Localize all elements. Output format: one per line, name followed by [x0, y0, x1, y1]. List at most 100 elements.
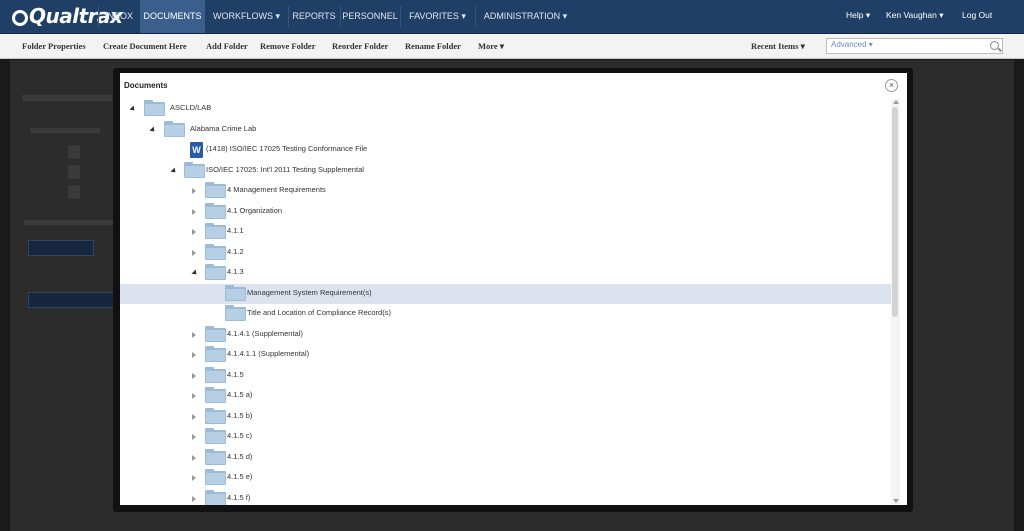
tree-row-iso-supplemental[interactable]: ISO/IEC 17025: Int'l 2011 Testing Supple… [120, 161, 891, 181]
folder-properties-button[interactable]: Folder Properties [22, 34, 86, 58]
collapse-toggle-icon[interactable] [192, 414, 196, 420]
tree-label[interactable]: 4.1.5 c) [227, 431, 252, 440]
expand-toggle-icon[interactable] [129, 105, 137, 113]
nav-inbox[interactable]: INBOX [99, 0, 139, 33]
scroll-up-icon[interactable] [893, 100, 899, 104]
collapse-toggle-icon[interactable] [192, 229, 196, 235]
tree-label[interactable]: 4.1.5 b) [227, 411, 252, 420]
collapse-toggle-icon[interactable] [192, 209, 196, 215]
folder-icon [205, 223, 226, 239]
tree-row[interactable]: Title and Location of Compliance Record(… [120, 304, 891, 324]
tree-row-selected[interactable]: Management System Requirement(s) [120, 284, 891, 304]
folder-icon [144, 100, 165, 116]
tree-label[interactable]: Title and Location of Compliance Record(… [247, 308, 391, 317]
nav-favorites[interactable]: FAVORITES ▾ [401, 0, 474, 33]
tree-row[interactable]: 4.1.2 [120, 243, 891, 263]
tree-row-conformance-file[interactable]: W (1418) ISO/IEC 17025 Testing Conforman… [120, 140, 891, 160]
tree-row[interactable]: 4.1.5 c) [120, 427, 891, 447]
collapse-toggle-icon[interactable] [192, 455, 196, 461]
tree-row[interactable]: 4 Management Requirements [120, 181, 891, 201]
tree-row[interactable]: 4.1 Organization [120, 202, 891, 222]
background-file-icon [68, 145, 80, 159]
tree-row-asclod-lab[interactable]: ASCLD/LAB [120, 99, 891, 119]
advanced-search-link[interactable]: Advanced ▾ [831, 40, 873, 49]
user-menu[interactable]: Ken Vaughan ▾ [886, 0, 944, 33]
nav-workflows[interactable]: WORKFLOWS ▾ [206, 0, 287, 33]
help-menu[interactable]: Help ▾ [846, 0, 870, 33]
folder-icon [205, 264, 226, 280]
nav-personnel[interactable]: PERSONNEL [341, 0, 399, 33]
tree-row[interactable]: 4.1.1 [120, 222, 891, 242]
folder-icon [184, 162, 205, 178]
collapse-toggle-icon[interactable] [192, 373, 196, 379]
folder-icon [205, 203, 226, 219]
add-folder-button[interactable]: Add Folder [206, 34, 248, 58]
tree-label[interactable]: 4.1.3 [227, 267, 244, 276]
folder-icon [205, 490, 226, 505]
folder-toolbar: Folder Properties Create Document Here A… [0, 34, 1024, 59]
folder-icon [205, 408, 226, 424]
background-button [28, 240, 94, 256]
folder-icon [205, 346, 226, 362]
tree-label[interactable]: 4.1.5 d) [227, 452, 252, 461]
tree-label[interactable]: 4 Management Requirements [227, 185, 326, 194]
tree-label[interactable]: 4.1.5 a) [227, 390, 252, 399]
tree-label[interactable]: 4.1.5 [227, 370, 244, 379]
tree-label[interactable]: 4.1 Organization [227, 206, 282, 215]
scroll-down-icon[interactable] [893, 499, 899, 503]
rename-folder-button[interactable]: Rename Folder [405, 34, 461, 58]
tree-row[interactable]: 4.1.4.1.1 (Supplemental) [120, 345, 891, 365]
create-document-button[interactable]: Create Document Here [103, 34, 187, 58]
folder-icon [205, 182, 226, 198]
remove-folder-button[interactable]: Remove Folder [260, 34, 315, 58]
tree-label[interactable]: ISO/IEC 17025: Int'l 2011 Testing Supple… [206, 165, 364, 174]
folder-icon [205, 387, 226, 403]
tree-label[interactable]: 4.1.5 e) [227, 472, 252, 481]
collapse-toggle-icon[interactable] [192, 393, 196, 399]
tree-row-alabama-crime-lab[interactable]: Alabama Crime Lab [120, 120, 891, 140]
folder-icon [205, 244, 226, 260]
tree-label[interactable]: 4.1.4.1.1 (Supplemental) [227, 349, 309, 358]
collapse-toggle-icon[interactable] [192, 250, 196, 256]
tree-label[interactable]: 4.1.1 [227, 226, 244, 235]
tree-label[interactable]: Management System Requirement(s) [247, 288, 372, 297]
scrollbar-thumb[interactable] [892, 107, 898, 317]
collapse-toggle-icon[interactable] [192, 434, 196, 440]
tree-row[interactable]: 4.1.5 [120, 366, 891, 386]
logout-link[interactable]: Log Out [962, 0, 992, 33]
expand-toggle-icon[interactable] [191, 269, 199, 277]
tree-row[interactable]: 4.1.3 [120, 263, 891, 283]
tree-label[interactable]: ASCLD/LAB [170, 103, 211, 112]
collapse-toggle-icon[interactable] [192, 188, 196, 194]
tree-row[interactable]: 4.1.5 d) [120, 448, 891, 468]
tree-label[interactable]: 4.1.4.1 (Supplemental) [227, 329, 303, 338]
background-text [24, 220, 114, 225]
folder-icon [205, 449, 226, 465]
nav-documents[interactable]: DOCUMENTS [140, 0, 205, 33]
nav-reports[interactable]: REPORTS [289, 0, 339, 33]
folder-icon [164, 121, 185, 137]
tree-row[interactable]: 4.1.5 f) [120, 489, 891, 505]
tree-label[interactable]: (1418) ISO/IEC 17025 Testing Conformance… [206, 144, 367, 153]
expand-toggle-icon[interactable] [149, 126, 157, 134]
document-tree: ASCLD/LAB Alabama Crime Lab W (1418) ISO… [120, 73, 891, 505]
tree-row[interactable]: 4.1.5 e) [120, 468, 891, 488]
reorder-folder-button[interactable]: Reorder Folder [332, 34, 388, 58]
collapse-toggle-icon[interactable] [192, 475, 196, 481]
tree-label[interactable]: 4.1.2 [227, 247, 244, 256]
nav-administration[interactable]: ADMINISTRATION ▾ [476, 0, 575, 33]
recent-items-button[interactable]: Recent Items ▾ [751, 34, 805, 58]
tree-label[interactable]: Alabama Crime Lab [190, 124, 256, 133]
tree-row[interactable]: 4.1.5 b) [120, 407, 891, 427]
collapse-toggle-icon[interactable] [192, 332, 196, 338]
search-icon[interactable] [990, 41, 999, 50]
tree-scrollbar[interactable] [891, 99, 900, 504]
tree-label[interactable]: 4.1.5 f) [227, 493, 250, 502]
collapse-toggle-icon[interactable] [192, 496, 196, 502]
tree-row[interactable]: 4.1.4.1 (Supplemental) [120, 325, 891, 345]
more-menu-button[interactable]: More ▾ [478, 34, 504, 58]
search-input[interactable]: Advanced ▾ [826, 38, 1003, 54]
collapse-toggle-icon[interactable] [192, 352, 196, 358]
tree-row[interactable]: 4.1.5 a) [120, 386, 891, 406]
expand-toggle-icon[interactable] [170, 167, 178, 175]
